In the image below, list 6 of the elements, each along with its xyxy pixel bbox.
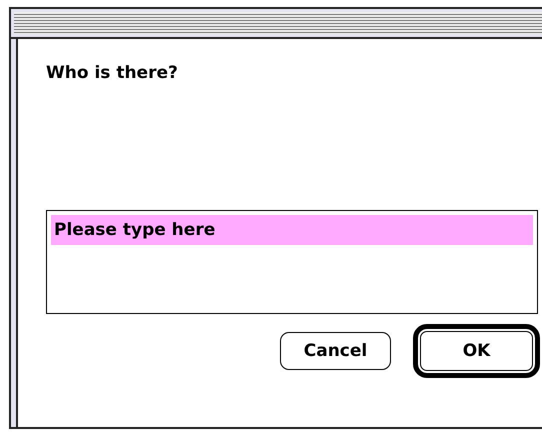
default-button[interactable]: OK <box>413 324 540 378</box>
text-field[interactable]: Please type here <box>46 210 538 314</box>
title-bar[interactable] <box>11 9 542 39</box>
prompt-text: Who is there? <box>46 63 179 83</box>
dialog-button[interactable]: Cancel <box>280 332 391 370</box>
selected-text: Please type here <box>51 215 533 245</box>
